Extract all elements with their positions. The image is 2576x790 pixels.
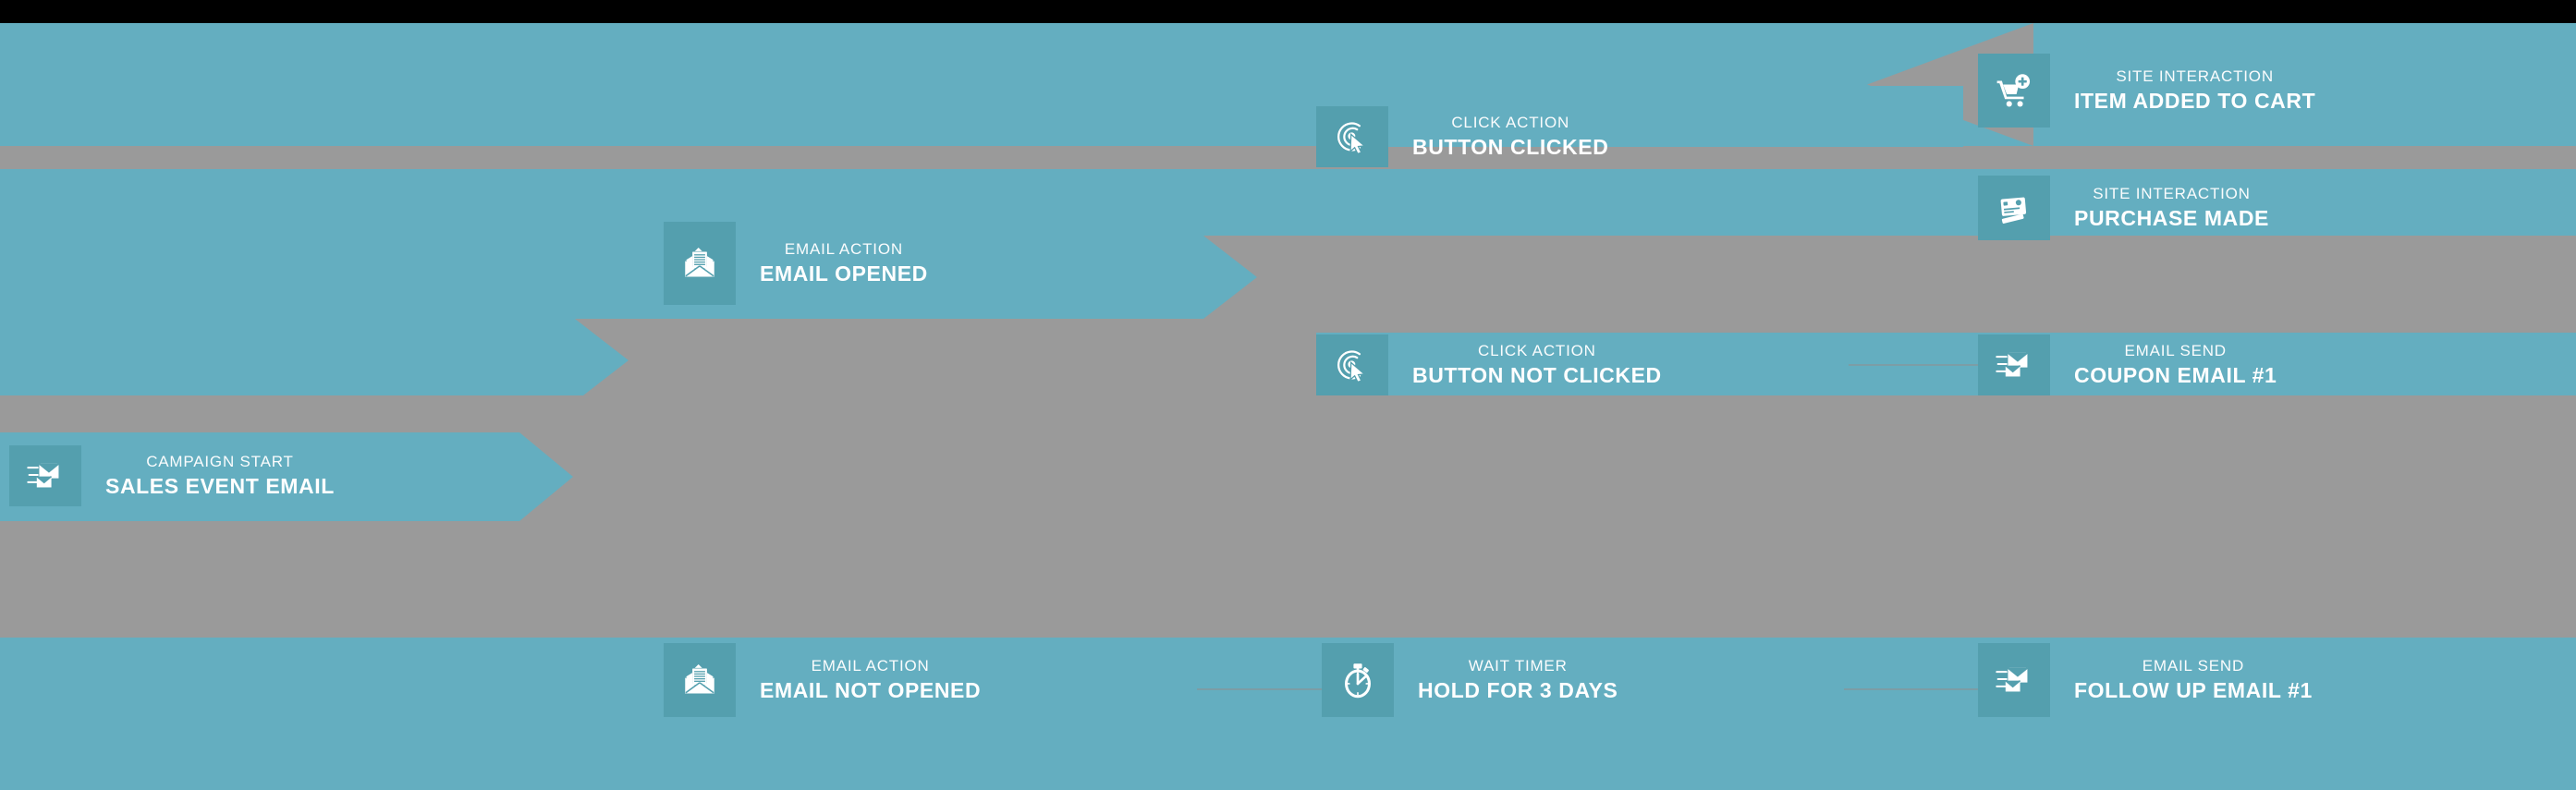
node-button-clicked-body: CLICK ACTION BUTTON CLICKED [1388,106,1632,167]
node-title: BUTTON NOT CLICKED [1412,363,1662,388]
node-email-not-opened[interactable]: EMAIL ACTION EMAIL NOT OPENED [664,643,1005,717]
node-kicker: CLICK ACTION [1478,342,1596,360]
node-title: EMAIL NOT OPENED [760,678,982,703]
node-email-not-opened-body: EMAIL ACTION EMAIL NOT OPENED [736,643,1005,717]
stopwatch-icon [1322,643,1394,717]
node-title: SALES EVENT EMAIL [105,474,335,499]
node-purchase-made[interactable]: SITE INTERACTION PURCHASE MADE [1978,176,2293,240]
node-email-opened[interactable]: EMAIL ACTION EMAIL OPENED [664,222,952,305]
node-kicker: EMAIL ACTION [784,240,903,259]
node-title: EMAIL OPENED [760,261,928,286]
node-button-clicked[interactable]: CLICK ACTION BUTTON CLICKED [1316,106,1632,167]
node-title: COUPON EMAIL #1 [2074,363,2277,388]
email-send-icon [1978,334,2050,395]
node-item-added-to-cart[interactable]: SITE INTERACTION ITEM ADDED TO CART [1978,54,2339,128]
cart-add-icon [1978,54,2050,128]
node-kicker: SITE INTERACTION [2116,67,2274,86]
node-button-not-clicked[interactable]: CLICK ACTION BUTTON NOT CLICKED [1316,334,1686,395]
node-coupon-email[interactable]: EMAIL SEND COUPON EMAIL #1 [1978,334,2301,395]
separator-right-upper [1969,146,2576,169]
node-follow-up-email[interactable]: EMAIL SEND FOLLOW UP EMAIL #1 [1978,643,2337,717]
node-coupon-email-body: EMAIL SEND COUPON EMAIL #1 [2050,334,2301,395]
node-campaign-start[interactable]: CAMPAIGN START SALES EVENT EMAIL [9,445,359,506]
node-wait-timer[interactable]: WAIT TIMER HOLD FOR 3 DAYS [1322,643,1642,717]
node-title: ITEM ADDED TO CART [2074,89,2316,114]
top-bar [0,0,2576,23]
node-kicker: WAIT TIMER [1468,657,1568,675]
node-kicker: EMAIL SEND [2124,342,2227,360]
band-lane-email-opened [0,236,1257,319]
node-kicker: CAMPAIGN START [146,453,294,471]
node-item-added-to-cart-body: SITE INTERACTION ITEM ADDED TO CART [2050,54,2339,128]
credit-cards-icon [1978,176,2050,240]
email-opened-icon [664,222,736,305]
email-send-icon [1978,643,2050,717]
node-kicker: CLICK ACTION [1451,114,1570,132]
band-lane-feed-upper [0,319,629,402]
email-send-icon [9,445,81,506]
node-follow-up-email-body: EMAIL SEND FOLLOW UP EMAIL #1 [2050,643,2337,717]
campaign-flow-diagram: CAMPAIGN START SALES EVENT EMAIL EMAIL A… [0,0,2576,790]
node-kicker: EMAIL ACTION [811,657,930,675]
node-purchase-made-body: SITE INTERACTION PURCHASE MADE [2050,176,2293,240]
node-kicker: SITE INTERACTION [2093,185,2251,203]
node-kicker: EMAIL SEND [2142,657,2245,675]
node-wait-timer-body: WAIT TIMER HOLD FOR 3 DAYS [1394,643,1642,717]
node-title: FOLLOW UP EMAIL #1 [2074,678,2313,703]
click-target-icon [1316,334,1388,395]
node-title: PURCHASE MADE [2074,206,2269,231]
node-campaign-start-body: CAMPAIGN START SALES EVENT EMAIL [81,445,359,506]
node-title: BUTTON CLICKED [1412,135,1609,160]
node-button-not-clicked-body: CLICK ACTION BUTTON NOT CLICKED [1388,334,1686,395]
node-title: HOLD FOR 3 DAYS [1418,678,1618,703]
node-email-opened-body: EMAIL ACTION EMAIL OPENED [736,222,952,305]
click-target-icon [1316,106,1388,167]
email-opened-icon [664,643,736,717]
